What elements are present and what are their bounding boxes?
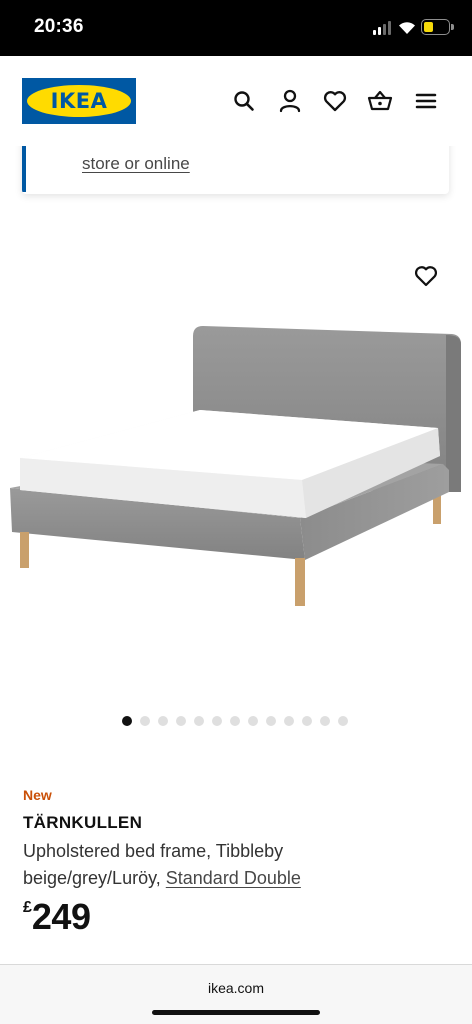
battery-tip <box>451 24 454 30</box>
status-bar: 20:36 <box>0 0 472 56</box>
carousel-dot[interactable] <box>248 716 258 726</box>
site-header: IKEA <box>0 56 472 146</box>
product-description-line2: beige/grey/Luröy, Standard Double <box>23 868 301 889</box>
carousel-dot[interactable] <box>176 716 186 726</box>
size-variant-link[interactable]: Standard Double <box>166 868 301 888</box>
carousel-dot[interactable] <box>284 716 294 726</box>
image-carousel-indicator[interactable] <box>122 716 348 726</box>
logo-oval: IKEA <box>27 85 131 117</box>
price-currency: £ <box>23 899 32 916</box>
logo-text: IKEA <box>50 89 108 113</box>
browser-address-bar[interactable]: ikea.com <box>0 964 472 1024</box>
new-badge: New <box>23 787 52 803</box>
battery-icon <box>421 19 450 35</box>
carousel-dot[interactable] <box>302 716 312 726</box>
product-description: Upholstered bed frame, Tibbleby <box>23 841 284 861</box>
home-indicator[interactable] <box>152 1010 320 1015</box>
notice-link[interactable]: store or online <box>82 154 190 174</box>
cellular-signal-icon <box>373 21 393 35</box>
url-text[interactable]: ikea.com <box>0 980 472 996</box>
carousel-dot[interactable] <box>194 716 204 726</box>
carousel-dot[interactable] <box>122 716 132 726</box>
favourites-icon[interactable] <box>322 88 348 114</box>
product-description-prefix: beige/grey/Luröy, <box>23 868 166 888</box>
product-price: £249 <box>23 896 91 938</box>
battery-level <box>424 22 433 32</box>
ikea-logo[interactable]: IKEA <box>22 78 136 124</box>
bed-frame-image <box>10 326 461 606</box>
carousel-dot[interactable] <box>158 716 168 726</box>
carousel-dot[interactable] <box>140 716 150 726</box>
carousel-dot[interactable] <box>230 716 240 726</box>
heart-icon <box>414 266 438 287</box>
account-icon[interactable] <box>277 88 303 114</box>
search-icon[interactable] <box>231 88 257 114</box>
basket-icon[interactable] <box>367 88 393 114</box>
wifi-icon <box>399 22 415 34</box>
product-name[interactable]: TÄRNKULLEN <box>23 813 142 833</box>
price-value: 249 <box>31 896 91 937</box>
add-to-favourites-button[interactable] <box>412 262 440 290</box>
carousel-dot[interactable] <box>266 716 276 726</box>
status-time: 20:36 <box>34 16 84 37</box>
menu-icon[interactable] <box>413 88 439 114</box>
carousel-dot[interactable] <box>320 716 330 726</box>
product-image[interactable] <box>0 200 472 700</box>
carousel-dot[interactable] <box>212 716 222 726</box>
carousel-dot[interactable] <box>338 716 348 726</box>
